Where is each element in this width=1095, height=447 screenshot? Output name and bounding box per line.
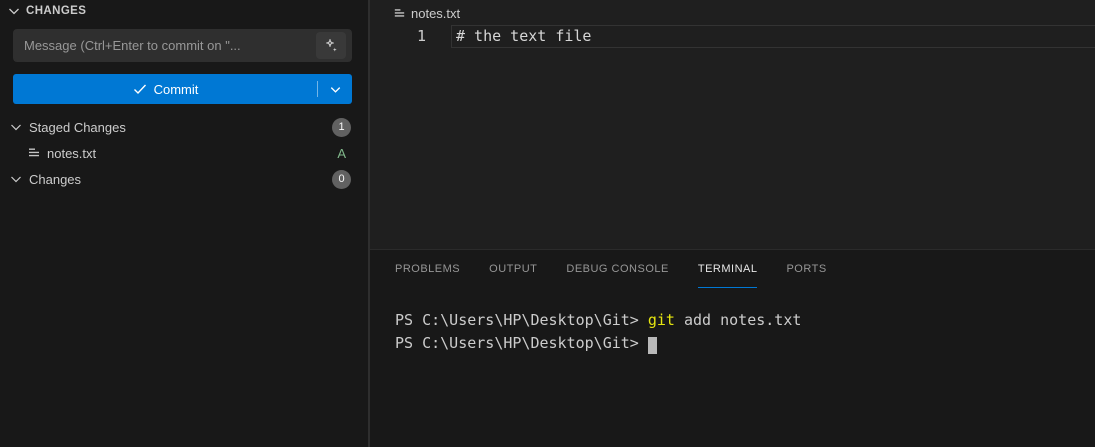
git-status-added: A [337, 146, 346, 161]
terminal-args: add notes.txt [675, 311, 801, 329]
panel-tab-bar: PROBLEMS OUTPUT DEBUG CONSOLE TERMINAL P… [395, 250, 827, 288]
main-area: notes.txt 1 # the text file PROBLEMS OUT… [370, 0, 1095, 447]
check-icon [132, 81, 148, 97]
staged-changes-label: Staged Changes [29, 120, 126, 135]
changes-section-header[interactable]: CHANGES [0, 0, 368, 22]
commit-message-input[interactable] [13, 29, 352, 62]
tab-terminal[interactable]: TERMINAL [698, 250, 758, 288]
text-file-icon [392, 6, 407, 21]
commit-button-label: Commit [154, 82, 199, 97]
staged-file-row[interactable]: notes.txt A [0, 141, 368, 165]
source-control-sidebar: CHANGES Commit Staged Changes 1 [0, 0, 368, 447]
chevron-down-icon [8, 119, 24, 135]
line-number: 1 [400, 25, 426, 48]
staged-count-badge: 1 [332, 118, 351, 137]
staged-changes-group[interactable]: Staged Changes 1 [0, 115, 368, 139]
chevron-down-icon [8, 171, 24, 187]
breadcrumb[interactable]: notes.txt [392, 3, 460, 23]
text-file-icon [26, 145, 42, 161]
generate-commit-message-button[interactable] [316, 32, 346, 59]
staged-file-name: notes.txt [47, 146, 96, 161]
changes-count-badge: 0 [332, 170, 351, 189]
terminal-prompt: PS C:\Users\HP\Desktop\Git> [395, 311, 648, 329]
sparkle-icon [323, 38, 339, 54]
bottom-panel: PROBLEMS OUTPUT DEBUG CONSOLE TERMINAL P… [370, 249, 1095, 447]
terminal-line: PS C:\Users\HP\Desktop\Git> git add note… [395, 309, 1085, 332]
breadcrumb-file-name: notes.txt [411, 6, 460, 21]
commit-dropdown-button[interactable] [318, 74, 352, 104]
terminal-output[interactable]: PS C:\Users\HP\Desktop\Git> git add note… [395, 309, 1085, 447]
editor-pane[interactable]: notes.txt 1 # the text file [370, 0, 1095, 249]
tab-problems[interactable]: PROBLEMS [395, 250, 460, 288]
chevron-down-icon [6, 3, 22, 19]
terminal-prompt: PS C:\Users\HP\Desktop\Git> [395, 334, 648, 352]
tab-ports[interactable]: PORTS [786, 250, 826, 288]
code-area[interactable]: 1 # the text file [370, 25, 1095, 249]
changes-section-title: CHANGES [26, 5, 86, 17]
terminal-cursor [648, 337, 657, 354]
tab-debug-console[interactable]: DEBUG CONSOLE [566, 250, 668, 288]
terminal-line: PS C:\Users\HP\Desktop\Git> [395, 332, 1085, 355]
code-line: # the text file [456, 25, 591, 48]
terminal-command: git [648, 311, 675, 329]
commit-button[interactable]: Commit [13, 74, 352, 104]
changes-label: Changes [29, 172, 81, 187]
changes-group[interactable]: Changes 0 [0, 167, 368, 191]
tab-output[interactable]: OUTPUT [489, 250, 537, 288]
